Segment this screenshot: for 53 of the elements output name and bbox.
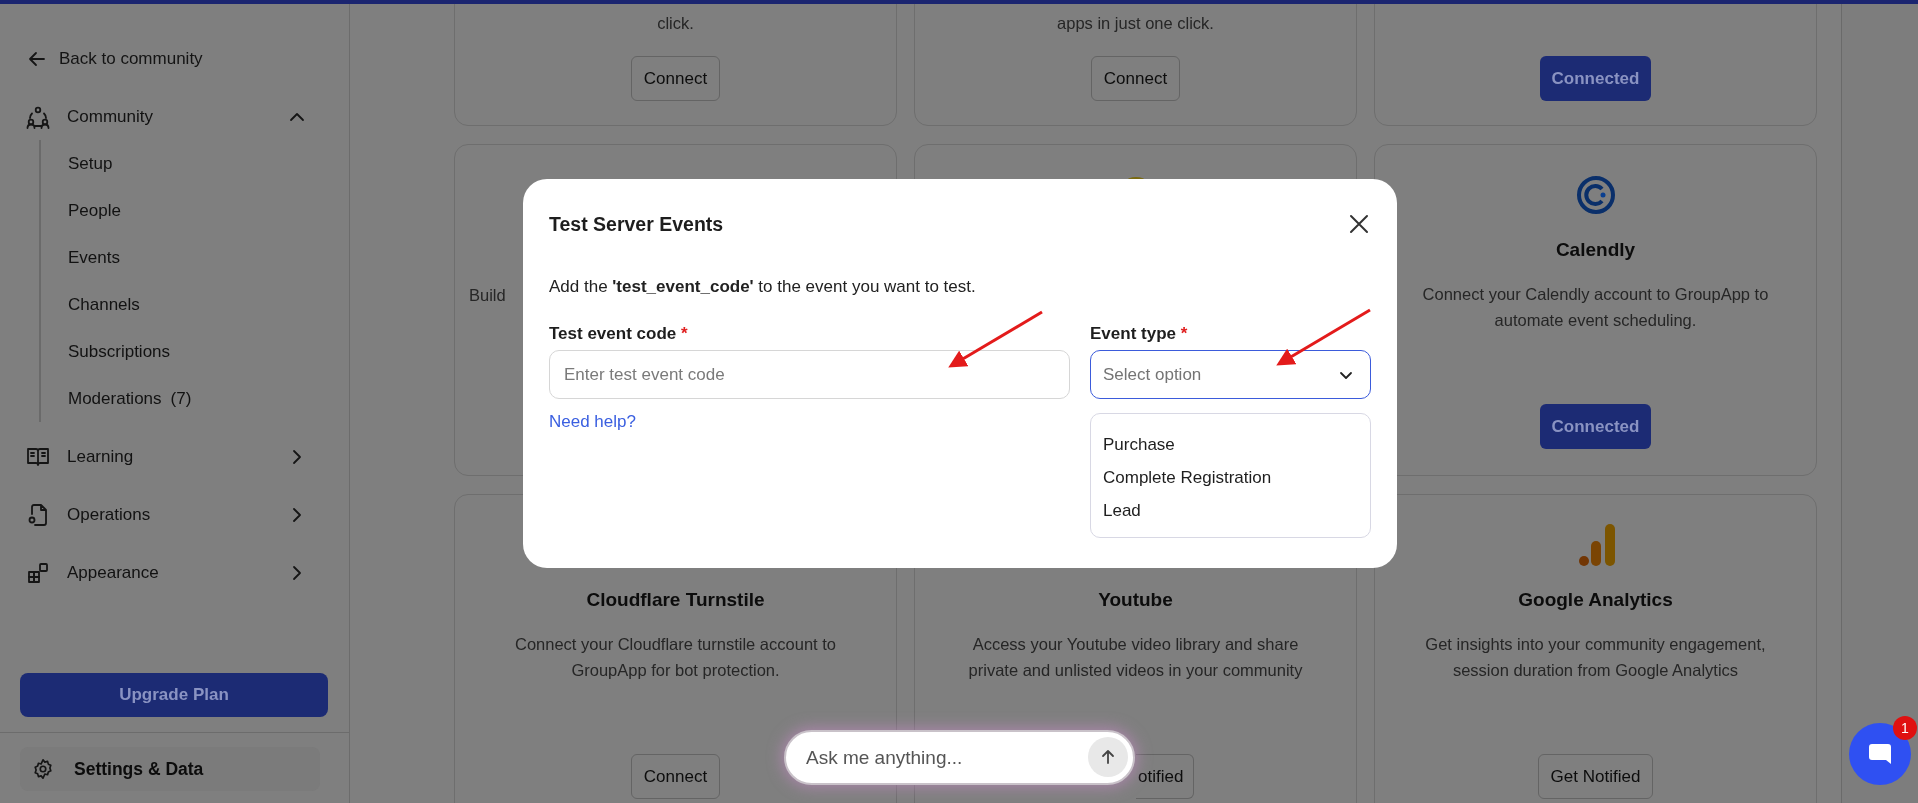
calendly-icon — [1575, 175, 1616, 215]
card-title: Calendly — [1555, 239, 1636, 261]
card-title: Youtube — [1098, 589, 1173, 611]
card-description: click. — [657, 13, 694, 34]
connected-button[interactable]: Connected — [1539, 56, 1652, 101]
people-icon — [26, 105, 50, 129]
card-description: Connect your Cloudflare turnstile account to GroupApp for bot protection. — [515, 634, 836, 681]
card-description: Access your Youtube video library and share private and unlisted videos in your community — [968, 634, 1303, 681]
field-label: Test event code * — [549, 323, 689, 345]
nav-item[interactable]: Channels — [68, 281, 328, 328]
nav-group[interactable]: Appearance — [20, 550, 328, 596]
dialog-description: Add the 'test_event_code' to the event you want to test. — [549, 276, 977, 298]
document-gear-icon — [26, 503, 50, 527]
select-dropdown[interactable]: Select option — [1090, 350, 1371, 399]
nav-item[interactable]: Setup — [68, 140, 328, 187]
nav-item[interactable]: Subscriptions — [68, 328, 328, 375]
arrow-up-icon — [1100, 749, 1116, 765]
connect-button[interactable]: Connect — [630, 754, 721, 799]
nav-item[interactable]: Events — [68, 234, 328, 281]
dropdown-option[interactable]: Purchase — [1091, 428, 1370, 461]
nav-group[interactable]: Community — [20, 94, 328, 140]
upgrade-button[interactable]: Upgrade Plan — [20, 673, 328, 717]
nav-item[interactable]: People — [68, 187, 328, 234]
back-link[interactable]: Back to community — [20, 36, 328, 82]
dialog-title: Test Server Events — [549, 212, 724, 236]
connect-button[interactable]: otified — [1136, 754, 1195, 799]
nav-group[interactable]: Learning — [20, 434, 328, 480]
back-arrow-icon — [27, 49, 47, 69]
card-description: apps in just one click. — [1057, 13, 1214, 34]
settings-icon — [32, 758, 54, 780]
chat-icon — [1867, 741, 1893, 767]
close-icon — [1349, 214, 1369, 234]
card-description: Build — [469, 285, 506, 306]
dropdown-option[interactable]: Lead — [1091, 494, 1370, 527]
blocks-icon — [26, 561, 50, 585]
text-input-field[interactable]: Enter test event code — [549, 350, 1070, 399]
dropdown-option[interactable]: Complete Registration — [1091, 461, 1370, 494]
card-title: Cloudflare Turnstile — [586, 589, 765, 611]
settings-item[interactable]: Settings & Data — [20, 747, 320, 791]
card-description: Connect your Calendly account to GroupApp to automate event scheduling. — [1422, 284, 1769, 331]
connected-button[interactable]: Connected — [1539, 404, 1652, 449]
connect-button[interactable]: Connect — [630, 56, 721, 101]
connect-button[interactable]: Connect — [1090, 56, 1181, 101]
close-button[interactable] — [1347, 212, 1371, 236]
connect-button[interactable]: Get Notified — [1537, 754, 1654, 799]
card-description: Get insights into your community engagement, session duration from Google Analytics — [1425, 634, 1766, 681]
ask-field[interactable]: Ask me anything... — [784, 730, 1135, 785]
help-link[interactable]: Need help? — [549, 411, 636, 433]
nav-item[interactable]: Moderations (7) — [68, 375, 328, 422]
card-title: Google Analytics — [1518, 589, 1673, 611]
book-icon — [26, 445, 50, 469]
field-label: Event type * — [1090, 323, 1189, 345]
nav-group[interactable]: Operations — [20, 492, 328, 538]
